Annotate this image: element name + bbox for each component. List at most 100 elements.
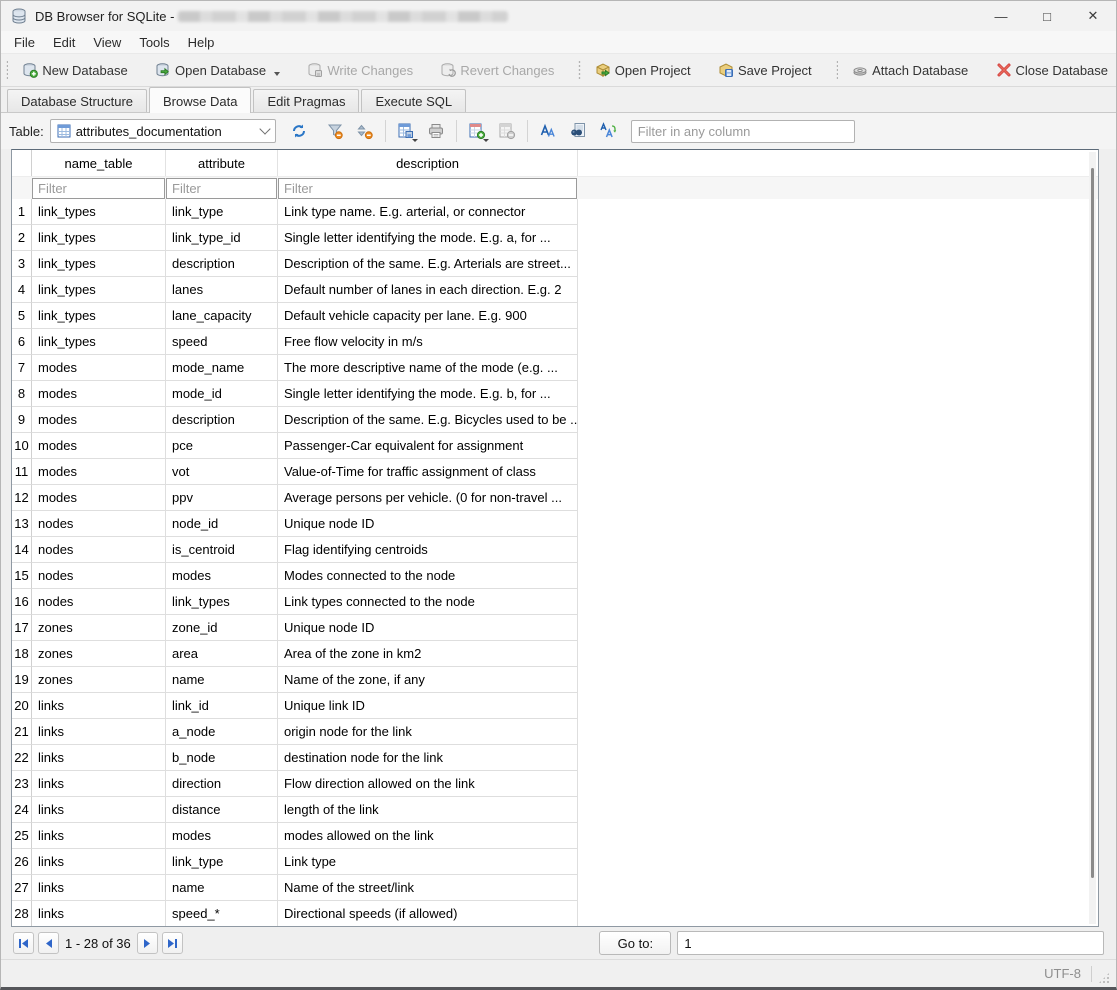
tab-database-structure[interactable]: Database Structure	[7, 89, 147, 112]
cell-attribute[interactable]: vot	[166, 459, 278, 485]
cell-name_table[interactable]: nodes	[32, 511, 166, 537]
row-number[interactable]: 14	[12, 537, 32, 563]
cell-description[interactable]: Free flow velocity in m/s	[278, 329, 578, 355]
cell-attribute[interactable]: name	[166, 875, 278, 901]
row-number[interactable]: 18	[12, 641, 32, 667]
menu-help[interactable]: Help	[179, 33, 224, 52]
cell-name_table[interactable]: zones	[32, 641, 166, 667]
cell-attribute[interactable]: direction	[166, 771, 278, 797]
cell-attribute[interactable]: modes	[166, 823, 278, 849]
table-row[interactable]: 2link_typeslink_type_idSingle letter ide…	[12, 225, 1098, 251]
row-number[interactable]: 11	[12, 459, 32, 485]
row-number[interactable]: 21	[12, 719, 32, 745]
row-number[interactable]: 25	[12, 823, 32, 849]
cell-description[interactable]: Description of the same. E.g. Bicycles u…	[278, 407, 578, 433]
menu-edit[interactable]: Edit	[44, 33, 84, 52]
table-row[interactable]: 28linksspeed_*Directional speeds (if all…	[12, 901, 1098, 927]
attach-database-button[interactable]: Attach Database	[844, 58, 976, 82]
font-settings-button[interactable]	[535, 118, 561, 144]
open-database-dropdown-icon[interactable]	[274, 72, 280, 76]
cell-description[interactable]: Flow direction allowed on the link	[278, 771, 578, 797]
cell-attribute[interactable]: name	[166, 667, 278, 693]
row-number[interactable]: 23	[12, 771, 32, 797]
cell-attribute[interactable]: b_node	[166, 745, 278, 771]
table-row[interactable]: 15nodesmodesModes connected to the node	[12, 563, 1098, 589]
cell-description[interactable]: Link types connected to the node	[278, 589, 578, 615]
cell-name_table[interactable]: links	[32, 797, 166, 823]
cell-attribute[interactable]: lanes	[166, 277, 278, 303]
cell-name_table[interactable]: modes	[32, 485, 166, 511]
cell-name_table[interactable]: link_types	[32, 303, 166, 329]
cell-description[interactable]: Flag identifying centroids	[278, 537, 578, 563]
cell-description[interactable]: length of the link	[278, 797, 578, 823]
table-row[interactable]: 22linksb_nodedestination node for the li…	[12, 745, 1098, 771]
cell-description[interactable]: Default vehicle capacity per lane. E.g. …	[278, 303, 578, 329]
close-database-button[interactable]: Close Database	[988, 58, 1117, 82]
table-row[interactable]: 18zonesareaArea of the zone in km2	[12, 641, 1098, 667]
cell-name_table[interactable]: link_types	[32, 251, 166, 277]
cell-attribute[interactable]: ppv	[166, 485, 278, 511]
table-row[interactable]: 16nodeslink_typesLink types connected to…	[12, 589, 1098, 615]
table-row[interactable]: 3link_typesdescriptionDescription of the…	[12, 251, 1098, 277]
cell-name_table[interactable]: links	[32, 719, 166, 745]
table-row[interactable]: 4link_typeslanesDefault number of lanes …	[12, 277, 1098, 303]
cell-description[interactable]: Name of the street/link	[278, 875, 578, 901]
cell-attribute[interactable]: description	[166, 407, 278, 433]
header-description[interactable]: description	[278, 150, 578, 176]
cell-name_table[interactable]: nodes	[32, 589, 166, 615]
row-number[interactable]: 17	[12, 615, 32, 641]
cell-description[interactable]: origin node for the link	[278, 719, 578, 745]
filter-any-column-input[interactable]	[631, 120, 855, 143]
save-project-button[interactable]: Save Project	[710, 58, 820, 82]
cell-attribute[interactable]: mode_id	[166, 381, 278, 407]
export-dropdown-icon[interactable]	[412, 139, 418, 142]
table-row[interactable]: 21linksa_nodeorigin node for the link	[12, 719, 1098, 745]
cell-description[interactable]: modes allowed on the link	[278, 823, 578, 849]
cell-attribute[interactable]: zone_id	[166, 615, 278, 641]
table-row[interactable]: 25linksmodesmodes allowed on the link	[12, 823, 1098, 849]
row-number[interactable]: 15	[12, 563, 32, 589]
row-number[interactable]: 1	[12, 199, 32, 225]
cell-description[interactable]: The more descriptive name of the mode (e…	[278, 355, 578, 381]
clear-filters-button[interactable]	[322, 118, 348, 144]
goto-button[interactable]: Go to:	[599, 931, 671, 955]
vertical-scrollbar[interactable]	[1089, 152, 1096, 924]
cell-attribute[interactable]: mode_name	[166, 355, 278, 381]
tab-execute-sql[interactable]: Execute SQL	[361, 89, 466, 112]
cell-attribute[interactable]: link_type	[166, 199, 278, 225]
tab-edit-pragmas[interactable]: Edit Pragmas	[253, 89, 359, 112]
header-name_table[interactable]: name_table	[32, 150, 166, 176]
cell-name_table[interactable]: zones	[32, 615, 166, 641]
table-row[interactable]: 1link_typeslink_typeLink type name. E.g.…	[12, 199, 1098, 225]
cell-description[interactable]: destination node for the link	[278, 745, 578, 771]
next-page-button[interactable]	[137, 932, 158, 954]
cell-attribute[interactable]: modes	[166, 563, 278, 589]
cell-description[interactable]: Default number of lanes in each directio…	[278, 277, 578, 303]
table-row[interactable]: 14nodesis_centroidFlag identifying centr…	[12, 537, 1098, 563]
row-number[interactable]: 8	[12, 381, 32, 407]
clear-sorting-button[interactable]	[352, 118, 378, 144]
cell-description[interactable]: Link type name. E.g. arterial, or connec…	[278, 199, 578, 225]
goto-page-input[interactable]	[677, 931, 1104, 955]
cell-description[interactable]: Passenger-Car equivalent for assignment	[278, 433, 578, 459]
cell-name_table[interactable]: zones	[32, 667, 166, 693]
cell-attribute[interactable]: pce	[166, 433, 278, 459]
row-number[interactable]: 12	[12, 485, 32, 511]
row-number[interactable]: 3	[12, 251, 32, 277]
cell-name_table[interactable]: link_types	[32, 225, 166, 251]
last-page-button[interactable]	[162, 932, 183, 954]
cell-attribute[interactable]: speed	[166, 329, 278, 355]
cell-attribute[interactable]: area	[166, 641, 278, 667]
cell-attribute[interactable]: description	[166, 251, 278, 277]
row-number[interactable]: 26	[12, 849, 32, 875]
table-row[interactable]: 8modesmode_idSingle letter identifying t…	[12, 381, 1098, 407]
cell-description[interactable]: Single letter identifying the mode. E.g.…	[278, 381, 578, 407]
table-row[interactable]: 10modespcePassenger-Car equivalent for a…	[12, 433, 1098, 459]
cell-description[interactable]: Value-of-Time for traffic assignment of …	[278, 459, 578, 485]
cell-name_table[interactable]: nodes	[32, 537, 166, 563]
tab-browse-data[interactable]: Browse Data	[149, 87, 251, 113]
minimize-button[interactable]: —	[978, 1, 1024, 31]
cell-name_table[interactable]: link_types	[32, 329, 166, 355]
replace-in-cells-button[interactable]	[595, 118, 621, 144]
cell-name_table[interactable]: modes	[32, 355, 166, 381]
